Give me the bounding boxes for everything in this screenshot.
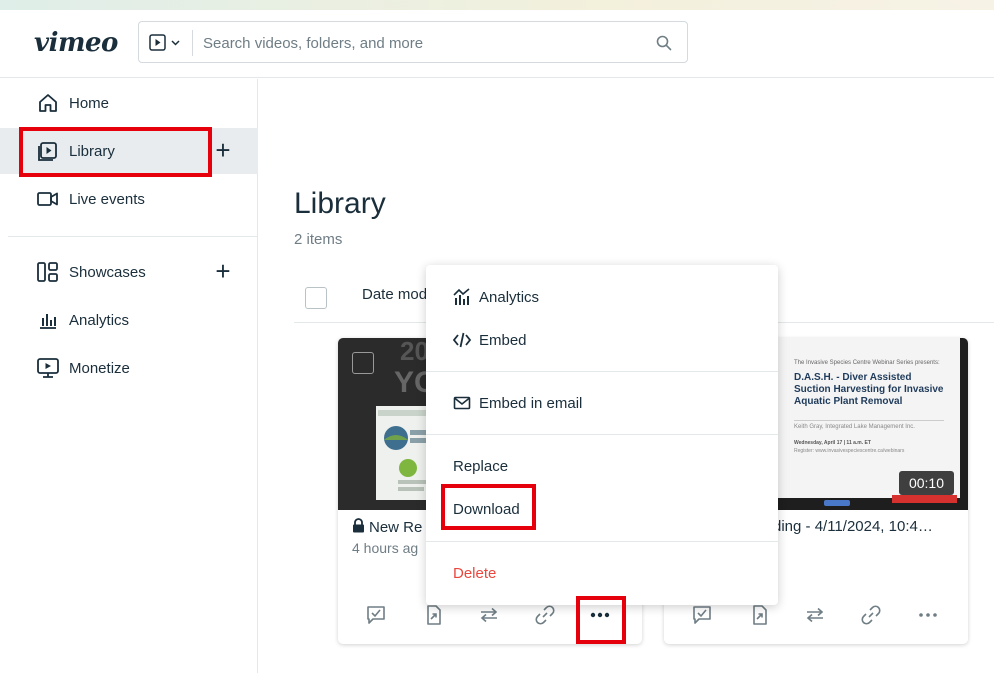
link-icon[interactable] [532,602,558,628]
review-icon[interactable] [363,602,389,628]
search-input[interactable] [203,32,643,54]
sidebar: Home Library + Live events Showcases + A… [0,79,258,673]
sidebar-item-label: Live events [69,190,145,208]
thumb-header: The Invasive Species Centre Webinar Seri… [794,360,940,366]
share-icon[interactable] [420,602,446,628]
search-scope-dropdown[interactable] [149,33,185,53]
menu-item-delete[interactable]: Delete [426,553,778,593]
video-select-checkbox[interactable] [352,352,374,374]
sidebar-item-library[interactable]: Library + [0,128,258,174]
search-bar [138,21,688,63]
item-count: 2 items [294,231,343,248]
sidebar-divider [8,236,258,237]
page-title: Library [294,187,386,220]
thumb-title: D.A.S.H. - Diver Assisted Suction Harves… [794,372,944,407]
thumb-author: Keith Gray, Integrated Lake Management I… [794,424,915,430]
share-icon[interactable] [746,602,772,628]
duration-badge: 00:10 [898,471,954,495]
library-icon [36,139,60,163]
video-title-text: New Re [369,519,423,536]
sidebar-item-label: Monetize [69,359,130,377]
code-icon [452,330,472,350]
menu-item-label: Download [453,500,520,518]
more-options-icon[interactable] [587,602,613,628]
sidebar-item-label: Home [69,94,110,112]
search-divider [192,30,193,56]
sidebar-item-label: Showcases [69,263,146,281]
menu-divider [426,434,778,435]
add-folder-button[interactable]: + [212,137,234,163]
showcase-icon [36,260,60,284]
video-title[interactable]: New Re [352,518,422,536]
lock-icon [353,518,364,533]
sort-dropdown[interactable]: Date mod [362,286,427,303]
video-title[interactable]: ding - 4/11/2024, 10:4… [773,518,933,535]
svg-text:20: 20 [400,338,429,366]
menu-item-label: Analytics [479,288,540,306]
menu-item-label: Embed [479,331,527,349]
home-icon [36,91,60,115]
sidebar-item-monetize[interactable]: Monetize [0,345,258,391]
context-menu: Analytics Embed Embed in email Replace D… [426,265,778,605]
review-icon[interactable] [689,602,715,628]
sidebar-item-analytics[interactable]: Analytics [0,297,258,343]
add-showcase-button[interactable]: + [212,258,234,284]
menu-item-replace[interactable]: Replace [426,446,778,486]
header: vimeo [0,10,994,78]
thumb-date: Wednesday, April 17 | 11 a.m. ET [794,440,871,446]
menu-divider [426,371,778,372]
transfer-icon[interactable] [476,602,502,628]
video-timestamp: 4 hours ag [352,540,419,556]
menu-item-label: Replace [453,457,509,475]
sidebar-item-showcases[interactable]: Showcases + [0,249,258,295]
menu-item-label: Delete [453,564,497,582]
monetize-icon [36,356,60,380]
link-icon[interactable] [858,602,884,628]
menu-item-embed[interactable]: Embed [426,320,778,360]
camera-icon [36,187,60,211]
video-scope-icon [149,34,180,51]
transfer-icon[interactable] [802,602,828,628]
select-all-checkbox[interactable] [305,287,327,309]
menu-item-download[interactable]: Download [426,489,778,529]
menu-item-analytics[interactable]: Analytics [426,277,778,317]
top-accent-bar [0,0,994,10]
more-options-icon[interactable] [915,602,941,628]
thumb-register: Register: www.invasivespeciescentre.ca/w… [794,448,905,454]
sidebar-item-live-events[interactable]: Live events [0,176,258,222]
mail-icon [452,393,472,413]
sidebar-item-label: Library [69,142,115,160]
sidebar-item-home[interactable]: Home [0,80,258,126]
vimeo-logo[interactable]: vimeo [34,28,118,58]
analytics-icon [36,308,60,332]
menu-divider [426,541,778,542]
menu-item-embed-in-email[interactable]: Embed in email [426,383,778,423]
search-icon[interactable] [655,34,673,52]
analytics-icon [452,287,472,307]
sidebar-item-label: Analytics [69,311,130,329]
menu-item-label: Embed in email [479,394,583,412]
